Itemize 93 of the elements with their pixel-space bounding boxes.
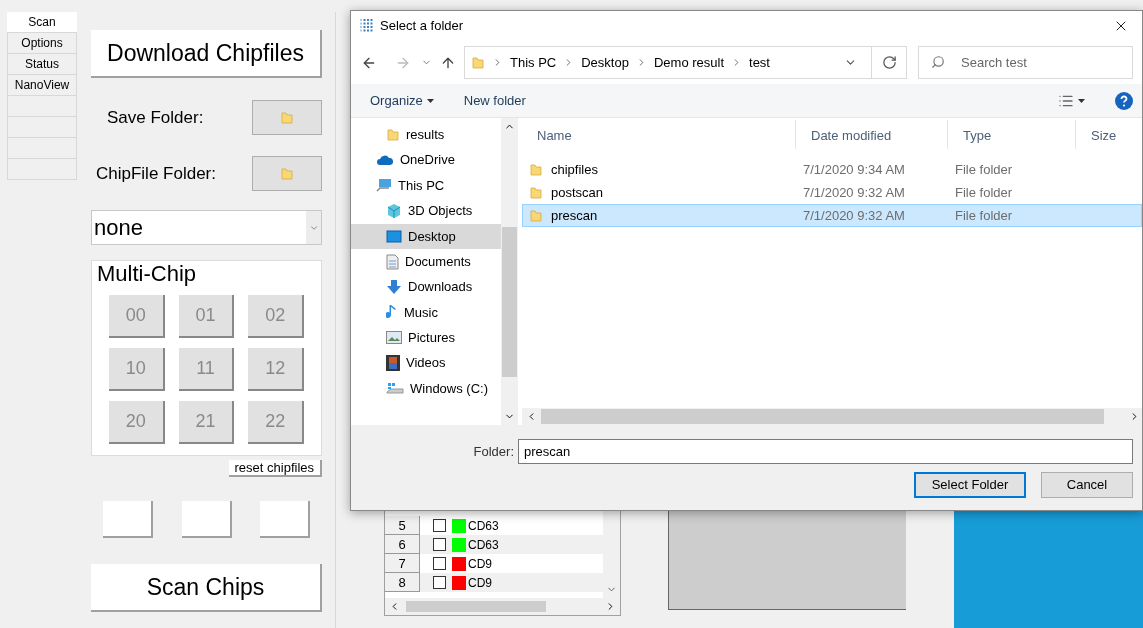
checkbox[interactable] <box>433 576 446 589</box>
caret-icon <box>1078 98 1085 103</box>
column-header[interactable]: Type <box>947 120 1075 149</box>
marker-label: CD63 <box>468 536 499 554</box>
folder-icon <box>471 55 485 70</box>
checkbox[interactable] <box>433 519 446 532</box>
film-icon <box>386 355 400 372</box>
file-name: chipfiles <box>551 160 598 179</box>
tab[interactable]: Status <box>7 54 77 75</box>
dropdown[interactable]: none <box>91 210 322 245</box>
file-row[interactable]: chipfiles 7/1/2020 9:34 AM File folder <box>522 158 1142 181</box>
refresh-icon <box>881 55 897 70</box>
type-cell-text: File folder <box>954 183 1014 202</box>
empty-box <box>260 501 310 538</box>
tab[interactable]: Scan <box>7 12 77 33</box>
nav-item[interactable]: results <box>351 122 501 148</box>
folder-icon <box>280 166 294 181</box>
breadcrumb-item[interactable]: Desktop <box>581 52 629 73</box>
nav-item[interactable]: Desktop <box>351 223 501 249</box>
search-icon <box>931 55 945 69</box>
cloud-icon <box>376 154 394 167</box>
reset-chipfiles-button[interactable]: reset chipfiles <box>228 460 322 477</box>
pictures-icon <box>386 331 402 345</box>
nav-item[interactable]: Downloads <box>351 274 501 300</box>
address-bar[interactable]: This PC Desktop Demo result test <box>464 46 872 79</box>
column-header[interactable]: Size <box>1075 120 1135 149</box>
row-number: 5 <box>385 516 420 535</box>
save-folder-label: Save Folder: <box>107 106 204 129</box>
file-name: postscan <box>551 183 604 202</box>
desktop-icon <box>386 229 402 243</box>
tab[interactable]: NanoView <box>7 75 77 96</box>
nav-item[interactable]: OneDrive <box>351 147 501 173</box>
dialog-title: Select a folder <box>380 17 464 36</box>
folder-icon <box>529 185 543 200</box>
date-cell-text: 7/1/2020 9:32 AM <box>802 183 906 202</box>
group-title: Multi-Chip <box>96 261 198 287</box>
breadcrumb-item[interactable]: Demo result <box>653 52 724 73</box>
download-chipfiles-button[interactable]: Download Chipfiles <box>91 30 322 78</box>
breadcrumb-item[interactable]: test <box>749 52 770 73</box>
document-icon <box>386 253 399 270</box>
refresh-button[interactable] <box>872 46 907 79</box>
column-header[interactable]: Date modified <box>795 120 947 149</box>
nav-item[interactable]: Videos <box>351 350 501 376</box>
folder-label: Folder: <box>473 442 514 461</box>
type-cell-text: File folder <box>954 206 1014 225</box>
marker-label: CD63 <box>468 517 499 535</box>
scrollbar-thumb[interactable] <box>502 227 517 377</box>
scrollbar-thumb[interactable] <box>541 409 1104 424</box>
type-cell-text: File folder <box>954 160 1014 179</box>
empty-box <box>103 501 153 538</box>
app-icon <box>360 19 374 33</box>
new-folder-button[interactable]: New folder <box>463 90 526 111</box>
breadcrumb-item[interactable]: This PC <box>510 52 557 73</box>
date-cell-text: 7/1/2020 9:34 AM <box>802 160 906 179</box>
nav-item[interactable]: Documents <box>351 248 501 275</box>
caret-icon <box>426 98 434 103</box>
folder-input[interactable]: prescan <box>518 439 1133 464</box>
file-row[interactable]: postscan 7/1/2020 9:32 AM File folder <box>522 181 1142 204</box>
checkbox[interactable] <box>433 538 446 551</box>
cube-icon <box>386 202 402 219</box>
file-name: prescan <box>551 206 598 225</box>
music-note-icon <box>386 304 398 321</box>
folder-icon <box>386 127 400 142</box>
nav-item[interactable]: 3D Objects <box>351 198 501 224</box>
organize-button[interactable]: Organize <box>370 90 434 111</box>
folder-icon <box>529 162 543 177</box>
nav-item[interactable]: Windows (C:) <box>351 375 501 402</box>
dialog-button[interactable]: Select Folder <box>914 472 1026 498</box>
nav-item[interactable]: This PC <box>351 172 501 199</box>
marker-label: CD9 <box>468 555 492 573</box>
marker-label: CD9 <box>468 574 492 592</box>
tab[interactable]: Options <box>7 33 77 54</box>
checkbox[interactable] <box>433 557 446 570</box>
row-number: 8 <box>385 573 420 592</box>
dialog-button[interactable]: Cancel <box>1041 472 1133 498</box>
row-number: 6 <box>385 535 420 554</box>
nav-item[interactable]: Pictures <box>351 325 501 351</box>
folder-icon <box>280 110 294 125</box>
column-header[interactable]: Name <box>522 120 795 149</box>
empty-box <box>181 501 232 538</box>
chipfile-folder-label: ChipFile Folder: <box>96 162 216 185</box>
download-arrow-icon <box>386 279 402 296</box>
scrollbar-thumb[interactable] <box>406 601 546 612</box>
folder-icon <box>529 208 543 223</box>
nav-item[interactable]: Music <box>351 299 501 326</box>
date-cell-text: 7/1/2020 9:32 AM <box>802 206 906 225</box>
search-field[interactable]: Search test <box>918 46 1133 79</box>
help-icon[interactable] <box>1115 91 1133 110</box>
row-number: 7 <box>385 554 420 573</box>
scan-chips-button[interactable]: Scan Chips <box>91 564 322 612</box>
computer-icon <box>376 178 392 193</box>
drive-icon <box>386 381 404 396</box>
file-row[interactable]: prescan 7/1/2020 9:32 AM File folder <box>522 204 1142 227</box>
